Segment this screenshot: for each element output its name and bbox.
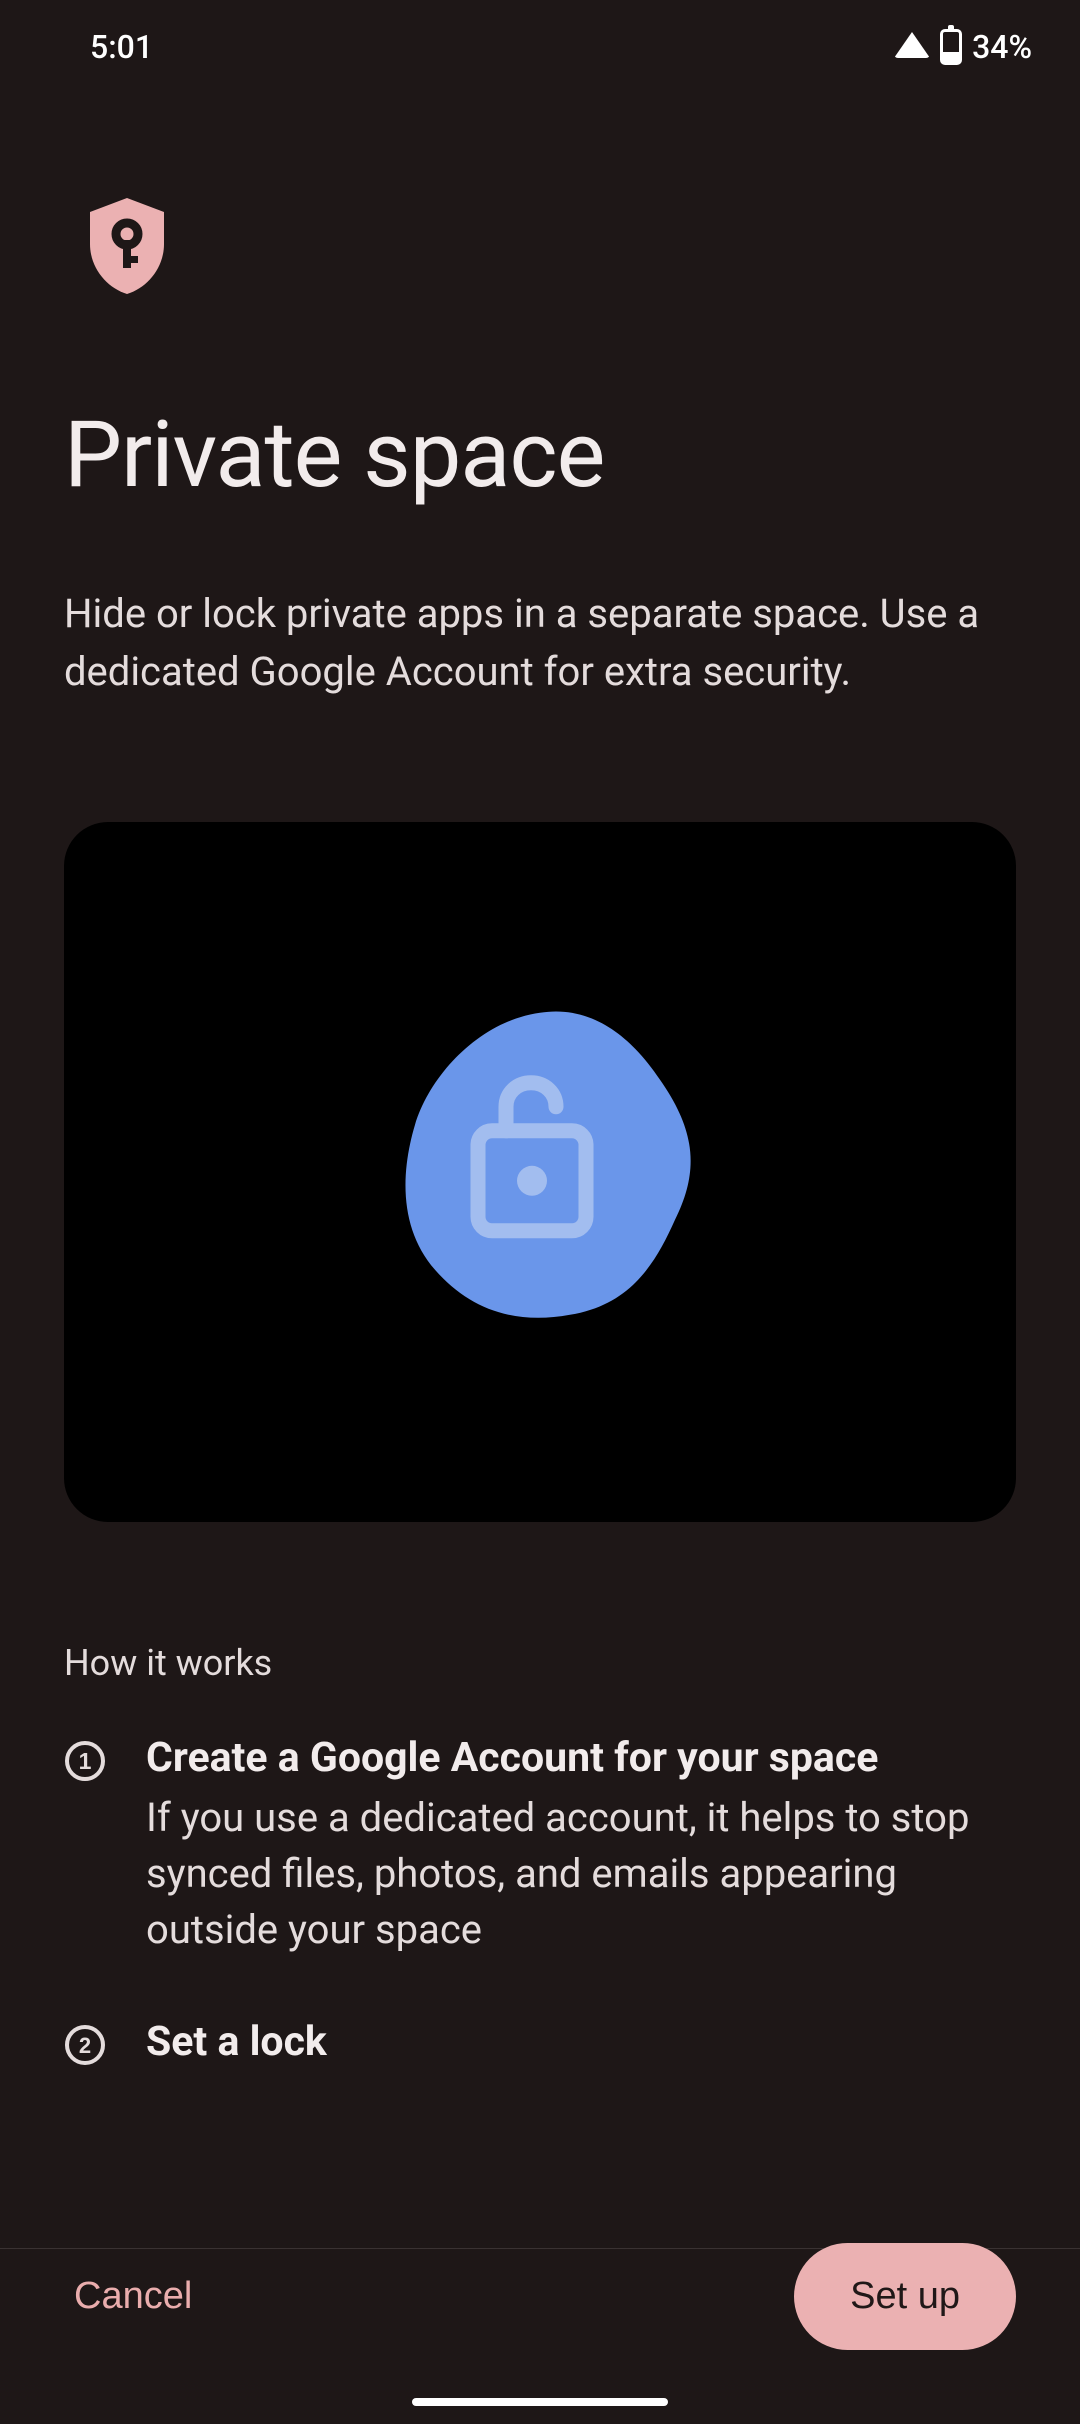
step-1-number-icon: 1 xyxy=(64,1740,106,1782)
step-2: 2 Set a lock xyxy=(64,2018,1016,2074)
lock-blob-illustration xyxy=(360,985,720,1345)
step-1-description: If you use a dedicated account, it helps… xyxy=(146,1790,1016,1958)
illustration-card xyxy=(64,822,1016,1522)
step-2-title: Set a lock xyxy=(146,2018,1016,2066)
bottom-bar: Cancel Set up xyxy=(0,2199,1080,2394)
status-right: 34% xyxy=(894,28,1032,66)
status-time: 5:01 xyxy=(90,28,153,66)
svg-text:2: 2 xyxy=(79,2033,91,2058)
page-title: Private space xyxy=(64,402,1016,509)
main-content: Private space Hide or lock private apps … xyxy=(0,86,1080,2074)
battery-icon xyxy=(940,29,962,65)
step-1-title: Create a Google Account for your space xyxy=(146,1734,1016,1782)
status-bar: 5:01 34% xyxy=(0,0,1080,86)
step-2-number-icon: 2 xyxy=(64,2024,106,2066)
shield-key-icon xyxy=(82,196,172,296)
setup-button[interactable]: Set up xyxy=(794,2243,1016,2350)
nav-handle[interactable] xyxy=(412,2398,668,2406)
battery-percent: 34% xyxy=(972,28,1032,66)
step-1: 1 Create a Google Account for your space… xyxy=(64,1734,1016,1958)
wifi-icon xyxy=(894,32,930,58)
cancel-button[interactable]: Cancel xyxy=(64,2265,202,2328)
svg-text:1: 1 xyxy=(79,1748,92,1774)
page-description: Hide or lock private apps in a separate … xyxy=(64,585,1016,702)
how-it-works-title: How it works xyxy=(64,1642,1016,1684)
